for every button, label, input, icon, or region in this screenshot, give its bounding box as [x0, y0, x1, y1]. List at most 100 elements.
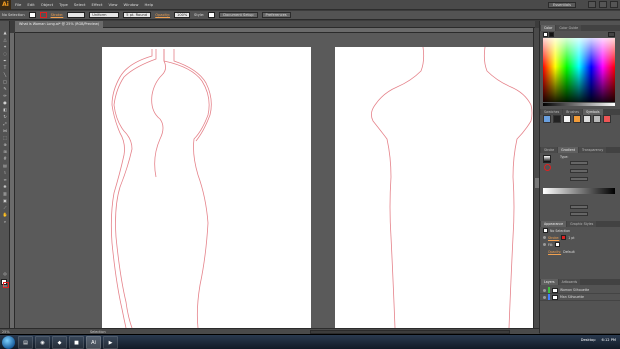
gradient-tool-icon[interactable]: ▤: [2, 163, 8, 168]
gradient-stroke-field[interactable]: [570, 161, 588, 165]
document-setup-button[interactable]: Document Setup: [219, 12, 258, 18]
taskbar-app-icon[interactable]: ◆: [52, 336, 67, 349]
blob-brush-tool-icon[interactable]: ●: [2, 100, 8, 105]
appearance-opacity-row[interactable]: Opacity: Default: [540, 248, 620, 255]
appearance-stroke-row[interactable]: Stroke: 1 pt: [540, 234, 620, 241]
document-tab[interactable]: What is Woman Long.ai* @ 25% (RGB/Previe…: [15, 21, 104, 28]
taskbar-illustrator-icon[interactable]: Ai: [86, 336, 101, 349]
woman-silhouette-outline[interactable]: [102, 47, 311, 328]
canvas-area[interactable]: [15, 33, 533, 328]
color-spectrum[interactable]: [543, 38, 615, 102]
visibility-eye-icon[interactable]: [543, 243, 546, 246]
artboard-tool-icon[interactable]: ▣: [2, 198, 8, 203]
tab-stroke[interactable]: Stroke: [541, 147, 558, 153]
line-tool-icon[interactable]: ╲: [2, 72, 8, 77]
type-tool-icon[interactable]: T: [2, 65, 8, 70]
tray-desktop-label[interactable]: Desktop: [581, 338, 596, 342]
menu-file[interactable]: File: [15, 2, 21, 7]
opacity-field[interactable]: 100%: [174, 12, 191, 18]
dress-form-outline[interactable]: [335, 46, 533, 328]
gradient-preview[interactable]: [543, 155, 551, 163]
layer-row[interactable]: Man Silhouette: [540, 294, 620, 301]
tab-transparency[interactable]: Transparency: [579, 147, 607, 153]
draw-mode-icon[interactable]: ◎: [2, 271, 8, 276]
appearance-stroke-swatch[interactable]: [561, 235, 567, 240]
selection-tool-icon[interactable]: ▲: [2, 30, 8, 35]
width-tool-icon[interactable]: ⋈: [2, 128, 8, 133]
tab-layers[interactable]: Layers: [541, 279, 558, 285]
tab-gradient[interactable]: Gradient: [558, 147, 579, 153]
perspective-grid-tool-icon[interactable]: ⊞: [2, 149, 8, 154]
paintbrush-tool-icon[interactable]: ✎: [2, 86, 8, 91]
menu-object[interactable]: Object: [41, 2, 53, 7]
symbol-thumbnail[interactable]: [593, 115, 601, 123]
gradient-location-field[interactable]: [570, 212, 588, 216]
gradient-stroke-indicator[interactable]: [544, 164, 551, 171]
brush-definition[interactable]: 5 pt. Round: [123, 12, 152, 18]
gradient-slider[interactable]: [543, 188, 615, 194]
menu-window[interactable]: Window: [124, 2, 139, 7]
fill-swatch[interactable]: [28, 12, 36, 18]
artboard-2[interactable]: [335, 46, 533, 328]
scale-tool-icon[interactable]: ⤢: [2, 121, 8, 126]
start-button[interactable]: [2, 336, 15, 349]
opacity-link[interactable]: Opacity:: [155, 13, 170, 17]
taskbar-browser-icon[interactable]: ◉: [35, 336, 50, 349]
layer-name[interactable]: Man Silhouette: [560, 295, 584, 299]
workspace-switcher[interactable]: Essentials: [548, 2, 576, 8]
visibility-eye-icon[interactable]: [543, 236, 546, 239]
hand-tool-icon[interactable]: ✋: [2, 212, 8, 217]
gradient-aspect-field[interactable]: [570, 177, 588, 181]
taskbar-explorer-icon[interactable]: ▤: [18, 336, 33, 349]
preferences-button[interactable]: Preferences: [261, 12, 291, 18]
menu-effect[interactable]: Effect: [92, 2, 103, 7]
menu-help[interactable]: Help: [144, 2, 153, 7]
mesh-tool-icon[interactable]: #: [2, 156, 8, 161]
menu-view[interactable]: View: [108, 2, 117, 7]
symbol-thumbnail[interactable]: [563, 115, 571, 123]
tab-color-guide[interactable]: Color Guide: [556, 25, 582, 31]
gradient-angle-field[interactable]: [570, 169, 588, 173]
direct-selection-tool-icon[interactable]: △: [2, 37, 8, 42]
symbol-thumbnail[interactable]: [583, 115, 591, 123]
menu-type[interactable]: Type: [59, 2, 68, 7]
appearance-fill-swatch[interactable]: [555, 242, 561, 247]
appearance-opacity-label[interactable]: Opacity:: [548, 250, 561, 254]
pen-tool-icon[interactable]: ✒: [2, 58, 8, 63]
layer-name[interactable]: Woman Silhouette: [560, 288, 589, 292]
lasso-tool-icon[interactable]: ◌: [2, 51, 8, 56]
taskbar-app-icon[interactable]: ▶: [103, 336, 118, 349]
menu-edit[interactable]: Edit: [27, 2, 34, 7]
symbol-sprayer-tool-icon[interactable]: ✺: [2, 184, 8, 189]
eraser-tool-icon[interactable]: ◧: [2, 107, 8, 112]
rotate-tool-icon[interactable]: ↻: [2, 114, 8, 119]
screen-mode-icon[interactable]: ▭: [2, 283, 8, 288]
symbol-thumbnail[interactable]: [573, 115, 581, 123]
zoom-tool-icon[interactable]: ⌕: [2, 219, 8, 224]
minimize-button[interactable]: [588, 1, 596, 8]
eyedropper-tool-icon[interactable]: ⌇: [2, 170, 8, 175]
graphic-style-swatch[interactable]: [208, 12, 216, 18]
maximize-button[interactable]: [599, 1, 607, 8]
stroke-link[interactable]: Stroke:: [51, 13, 64, 17]
color-stroke-swatch[interactable]: [549, 32, 554, 37]
rectangle-tool-icon[interactable]: □: [2, 79, 8, 84]
tray-clock[interactable]: 6:12 PM: [602, 338, 616, 342]
grayscale-ramp[interactable]: [543, 103, 615, 106]
variable-width-profile[interactable]: Uniform: [89, 12, 120, 18]
magic-wand-tool-icon[interactable]: ✦: [2, 44, 8, 49]
symbol-thumbnail[interactable]: [543, 115, 551, 123]
free-transform-tool-icon[interactable]: ⬚: [2, 135, 8, 140]
tab-color[interactable]: Color: [541, 25, 556, 31]
visibility-eye-icon[interactable]: [543, 295, 546, 299]
menu-select[interactable]: Select: [74, 2, 86, 7]
gradient-opacity-field[interactable]: [570, 205, 588, 209]
layer-row[interactable]: Woman Silhouette: [540, 287, 620, 294]
blend-tool-icon[interactable]: ∞: [2, 177, 8, 182]
pencil-tool-icon[interactable]: ✏: [2, 93, 8, 98]
visibility-eye-icon[interactable]: [543, 288, 546, 292]
appearance-stroke-label[interactable]: Stroke:: [548, 236, 559, 240]
stroke-weight-field[interactable]: [67, 12, 86, 18]
symbol-thumbnail[interactable]: [603, 115, 611, 123]
shape-builder-tool-icon[interactable]: ⊕: [2, 142, 8, 147]
